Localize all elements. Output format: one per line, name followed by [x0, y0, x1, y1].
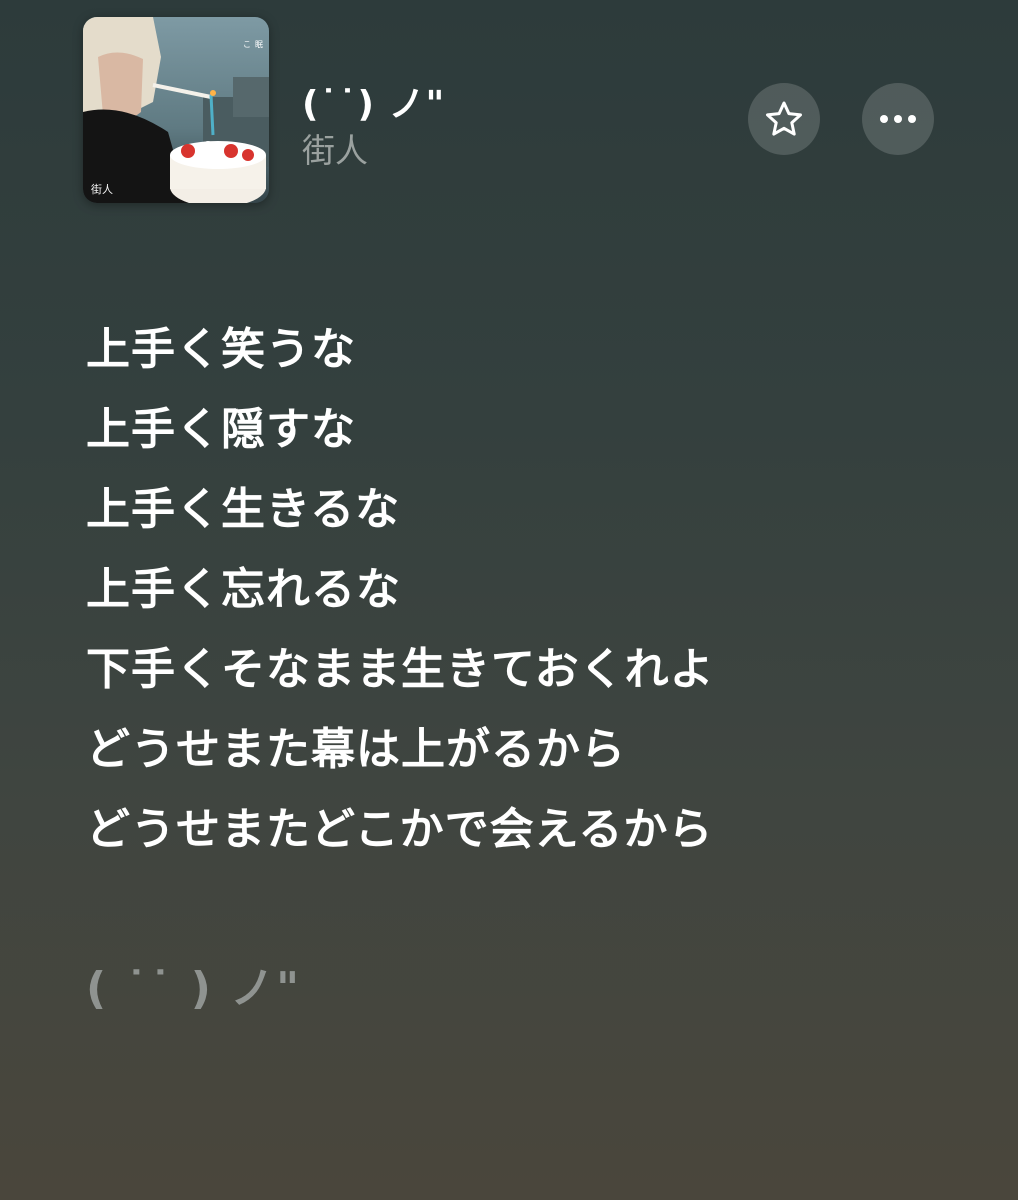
album-artwork-image: こ 眠: [83, 17, 269, 203]
artist-name[interactable]: 街人: [302, 124, 368, 172]
lyric-line[interactable]: どうせまた幕は上がるから: [86, 710, 966, 790]
lyric-line[interactable]: どうせまたどこかで会えるから: [86, 790, 966, 870]
svg-text:眠: 眠: [255, 40, 263, 49]
lyric-line[interactable]: 上手く生きるな: [86, 470, 966, 550]
lyric-line[interactable]: 上手く忘れるな: [86, 550, 966, 630]
star-outline-icon: [766, 101, 802, 136]
artwork-label: 街人: [91, 183, 113, 196]
ellipsis-icon: [880, 115, 916, 123]
lyric-line[interactable]: 下手くそなまま生きておくれよ: [86, 630, 966, 710]
lyrics-panel: 上手く笑うな 上手く隠すな 上手く生きるな 上手く忘れるな 下手くそなまま生きて…: [86, 310, 966, 870]
album-artwork[interactable]: こ 眠 街人: [83, 17, 269, 203]
lyric-line-upcoming[interactable]: ( ˙˙ ) ノ": [86, 952, 301, 1016]
lyric-line[interactable]: 上手く隠すな: [86, 390, 966, 470]
svg-text:こ: こ: [243, 40, 251, 49]
lyric-line[interactable]: 上手く笑うな: [86, 310, 966, 390]
more-options-button[interactable]: [862, 83, 934, 155]
favorite-button[interactable]: [748, 83, 820, 155]
now-playing-header: こ 眠 街人 (˙˙) ノ" 街人: [83, 17, 943, 203]
song-title: (˙˙) ノ": [302, 84, 446, 125]
